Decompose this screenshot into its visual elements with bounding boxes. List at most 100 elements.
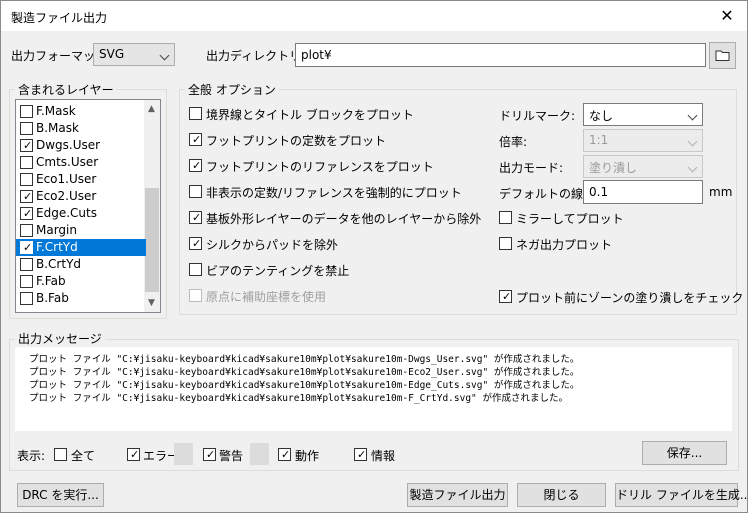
layer-list-item[interactable]: F.Fab xyxy=(16,273,146,290)
drill-marks-value: なし xyxy=(589,109,614,123)
run-drc-button[interactable]: DRC を実行... xyxy=(17,483,104,507)
layer-list-item[interactable]: ✓ Dwgs.User xyxy=(16,137,146,154)
layer-label: Eco1.User xyxy=(36,172,97,186)
layer-list-item[interactable]: B.Fab xyxy=(16,290,146,307)
general-option-label: 基板外形レイヤーのデータを他のレイヤーから除外 xyxy=(206,212,482,226)
zone-fill-check-checkbox[interactable]: ✓ xyxy=(499,290,512,303)
scroll-down-icon[interactable]: ▼ xyxy=(148,299,156,308)
layer-checkbox[interactable] xyxy=(20,105,33,118)
warning-color-swatch xyxy=(250,443,269,465)
output-dir-input[interactable]: plot¥ xyxy=(295,43,706,67)
layer-checkbox[interactable] xyxy=(20,224,33,237)
negative-checkbox[interactable] xyxy=(499,237,512,250)
check-icon: ✓ xyxy=(192,133,202,146)
line-width-input[interactable]: 0.1 xyxy=(583,180,703,204)
layer-checkbox[interactable]: ✓ xyxy=(20,207,33,220)
general-option-checkbox[interactable] xyxy=(189,185,202,198)
close-button[interactable]: 閉じる xyxy=(517,483,606,507)
layer-list-item[interactable]: ✓ F.CrtYd xyxy=(16,239,146,256)
layer-checkbox[interactable]: ✓ xyxy=(20,241,33,254)
output-mode-select: 塗り潰し xyxy=(583,155,703,178)
layer-list-item[interactable]: Eco1.User xyxy=(16,171,146,188)
layer-list-item[interactable]: B.CrtYd xyxy=(16,256,146,273)
check-icon: ✓ xyxy=(192,237,202,250)
general-option-label: シルクからパッドを除外 xyxy=(206,238,339,252)
layer-list-item[interactable]: Margin xyxy=(16,222,146,239)
output-dir-value: plot¥ xyxy=(301,48,332,62)
general-option-label: ビアのテンティングを禁止 xyxy=(206,264,350,278)
messages-group-title: 出力メッセージ xyxy=(15,330,105,347)
filter-warning-checkbox[interactable]: ✓ xyxy=(203,448,216,461)
drill-marks-select[interactable]: なし xyxy=(583,103,703,126)
layer-label: Dwgs.User xyxy=(36,138,101,152)
format-select[interactable]: SVG xyxy=(93,43,175,66)
line-width-unit: mm xyxy=(709,185,733,199)
mirror-label: ミラーしてプロット xyxy=(516,212,624,226)
scale-label: 倍率: xyxy=(499,135,528,149)
save-messages-button[interactable]: 保存... xyxy=(642,441,727,465)
layer-checkbox[interactable] xyxy=(20,258,33,271)
message-line: プロット ファイル "C:¥jisaku-keyboard¥kicad¥saku… xyxy=(29,354,580,365)
filter-action-label: 動作 xyxy=(295,449,320,463)
general-option-checkbox[interactable]: ✓ xyxy=(189,237,202,250)
output-mode-value: 塗り潰し xyxy=(589,161,638,175)
layer-list-item[interactable]: F.Mask xyxy=(16,103,146,120)
drill-marks-label: ドリルマーク: xyxy=(499,109,576,123)
general-option-checkbox[interactable]: ✓ xyxy=(189,211,202,224)
layer-checkbox[interactable] xyxy=(20,292,33,305)
check-icon: ✓ xyxy=(192,211,202,224)
line-width-value: 0.1 xyxy=(589,185,609,199)
filter-action-checkbox[interactable]: ✓ xyxy=(278,448,291,461)
scrollbar-thumb[interactable] xyxy=(145,188,159,292)
layer-checkbox[interactable] xyxy=(20,156,33,169)
layer-list-scrollbar[interactable]: ▲ ▼ xyxy=(144,100,160,312)
message-line: プロット ファイル "C:¥jisaku-keyboard¥kicad¥saku… xyxy=(29,367,580,378)
filter-info-label: 情報 xyxy=(371,449,396,463)
layer-checkbox[interactable] xyxy=(20,275,33,288)
general-option-label: 原点に補助座標を使用 xyxy=(206,290,327,304)
plot-dialog: 製造ファイル出力 ✕ 出力フォーマット: SVG 出力ディレクトリー: plot… xyxy=(0,0,748,513)
plot-button[interactable]: 製造ファイル出力 xyxy=(407,483,508,507)
close-window-icon[interactable]: ✕ xyxy=(715,4,739,28)
check-icon: ✓ xyxy=(23,207,33,220)
layer-checkbox[interactable] xyxy=(20,122,33,135)
layer-label: Eco2.User xyxy=(36,189,97,203)
filter-info-checkbox[interactable]: ✓ xyxy=(354,448,367,461)
check-icon: ✓ xyxy=(502,290,512,303)
general-option-checkbox[interactable]: ✓ xyxy=(189,159,202,172)
general-option-checkbox[interactable]: ✓ xyxy=(189,133,202,146)
filter-all-checkbox[interactable] xyxy=(54,448,67,461)
layer-label: Edge.Cuts xyxy=(36,206,97,220)
message-line: プロット ファイル "C:¥jisaku-keyboard¥kicad¥saku… xyxy=(29,393,568,404)
output-mode-label: 出力モード: xyxy=(499,161,564,175)
filter-error-checkbox[interactable]: ✓ xyxy=(127,448,140,461)
check-icon: ✓ xyxy=(23,190,33,203)
general-option-checkbox[interactable] xyxy=(189,107,202,120)
zone-fill-check-label: プロット前にゾーンの塗り潰しをチェック xyxy=(516,291,744,305)
check-icon: ✓ xyxy=(206,448,216,461)
layer-checkbox[interactable]: ✓ xyxy=(20,190,33,203)
layer-label: B.CrtYd xyxy=(36,257,82,271)
layer-checkbox[interactable]: ✓ xyxy=(20,139,33,152)
check-icon: ✓ xyxy=(357,448,367,461)
filter-warning-label: 警告 xyxy=(219,449,244,463)
layer-list-item[interactable]: Cmts.User xyxy=(16,154,146,171)
layer-checkbox[interactable] xyxy=(20,173,33,186)
layer-list[interactable]: ▲ ▼ F.Mask B.Mask ✓ Dwgs.User Cmts.User Eco1.… xyxy=(15,99,161,313)
scroll-up-icon[interactable]: ▲ xyxy=(148,105,156,114)
general-option-checkbox[interactable] xyxy=(189,263,202,276)
layer-list-item[interactable]: ✓ Eco2.User xyxy=(16,188,146,205)
browse-folder-button[interactable] xyxy=(709,42,736,69)
layer-label: F.Mask xyxy=(36,104,76,118)
generate-drill-button[interactable]: ドリル ファイルを生成... xyxy=(615,483,748,507)
chevron-down-icon xyxy=(159,50,170,61)
show-filter-label: 表示: xyxy=(17,449,46,463)
layer-label: F.CrtYd xyxy=(36,240,78,254)
message-log[interactable]: プロット ファイル "C:¥jisaku-keyboard¥kicad¥saku… xyxy=(15,347,732,431)
layer-label: Margin xyxy=(36,223,77,237)
layer-list-item[interactable]: B.Mask xyxy=(16,120,146,137)
mirror-checkbox[interactable] xyxy=(499,211,512,224)
layer-list-item[interactable]: ✓ Edge.Cuts xyxy=(16,205,146,222)
layers-group-title: 含まれるレイヤー xyxy=(15,81,117,98)
format-value: SVG xyxy=(99,47,125,61)
